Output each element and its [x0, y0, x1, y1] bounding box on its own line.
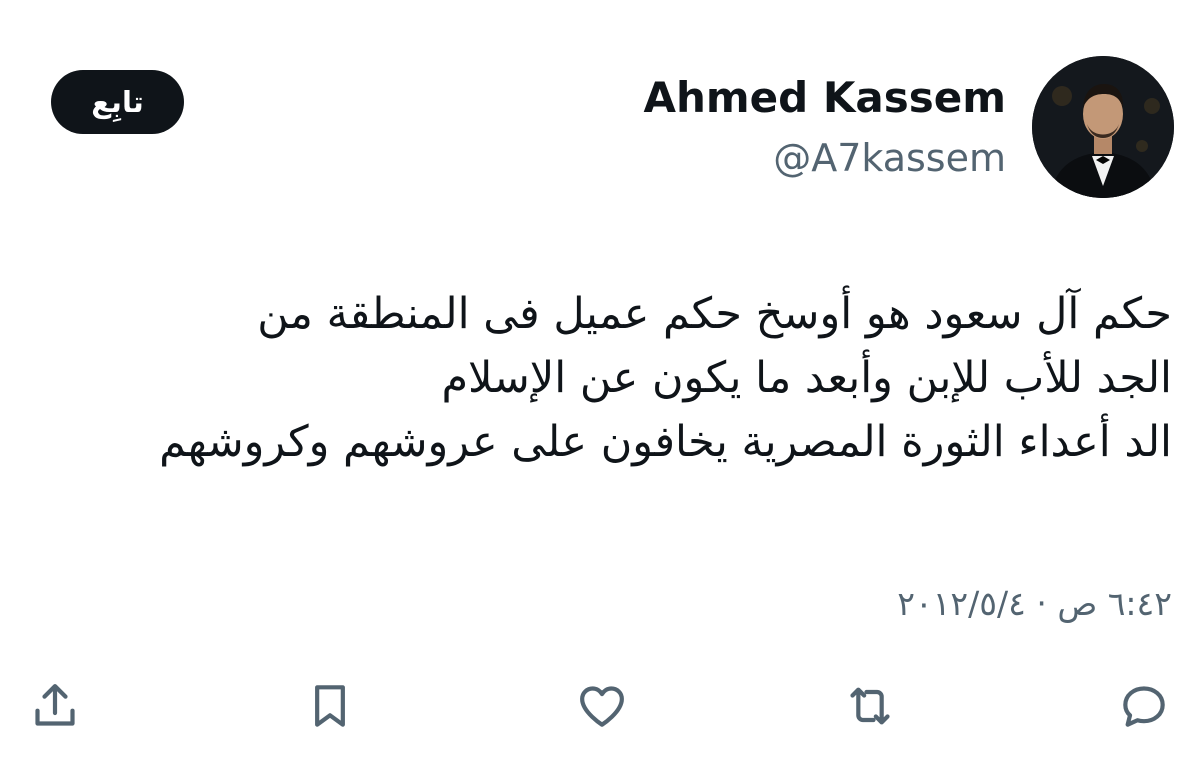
like-button[interactable]: [574, 678, 630, 734]
tweet-text: حكم آل سعود هو أوسخ حكم عميل فى المنطقة …: [30, 282, 1172, 474]
heart-icon: [580, 686, 624, 727]
follow-button[interactable]: تابِع: [51, 70, 184, 134]
bookmark-icon: [315, 685, 345, 727]
tweet-text-line: حكم آل سعود هو أوسخ حكم عميل فى المنطقة …: [257, 289, 1172, 339]
tweet-text-line: الجد للأب للإبن وأبعد ما يكون عن الإسلام: [441, 353, 1172, 403]
tweet-timestamp[interactable]: ٦:٤٢ ص · ٢٠١٢/٥/٤: [897, 578, 1172, 630]
retweet-button[interactable]: [842, 678, 898, 734]
tweet-text-line: الد أعداء الثورة المصرية يخافون على عروش…: [159, 417, 1172, 467]
reply-button[interactable]: [1116, 678, 1172, 734]
profile-photo-icon: [1032, 56, 1174, 198]
bookmark-button[interactable]: [302, 678, 358, 734]
avatar[interactable]: [1032, 56, 1174, 198]
speech-bubble-icon: [1123, 686, 1165, 727]
user-handle[interactable]: @A7kassem: [773, 132, 1006, 184]
share-button[interactable]: [27, 678, 83, 734]
display-name[interactable]: Ahmed Kassem: [644, 70, 1006, 126]
retweet-arrows-icon: [850, 687, 890, 725]
share-upload-icon: [35, 684, 75, 726]
